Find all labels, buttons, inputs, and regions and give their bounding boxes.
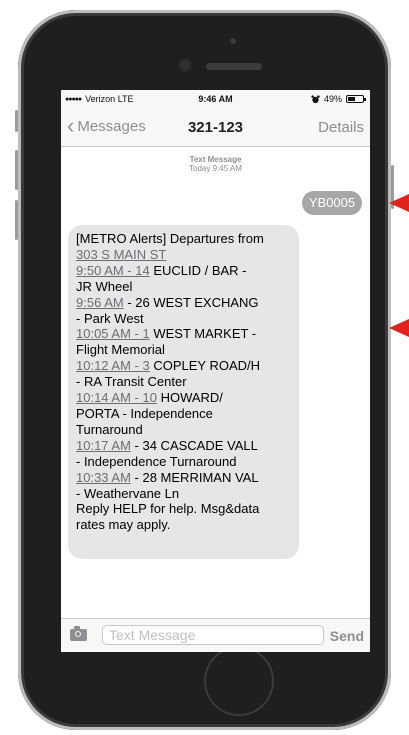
mute-switch — [15, 110, 18, 132]
navigation-bar: ‹ Messages 321-123 Details — [61, 108, 370, 147]
message-footer-line1: Reply HELP for help. Msg&data — [76, 501, 260, 517]
received-message-bubble[interactable]: [METRO Alerts] Departures from 303 S MAI… — [68, 225, 299, 559]
status-right: 49% — [311, 94, 366, 104]
camera-icon[interactable] — [70, 626, 87, 641]
details-button[interactable]: Details — [318, 119, 364, 136]
message-input[interactable]: Text Message — [102, 625, 324, 645]
departure-time-link[interactable]: 9:56 AM — [76, 295, 124, 310]
departure-line: 9:50 AM - 14 EUCLID / BAR - — [76, 263, 298, 279]
status-bar: ●●●●● Verizon LTE 9:46 AM 49% — [61, 90, 370, 108]
annotation-arrow-received — [389, 319, 409, 337]
compose-bar: Text Message Send — [61, 618, 370, 652]
message-intro: [METRO Alerts] Departures from — [76, 231, 264, 246]
departure-line: 10:33 AM - 28 MERRIMAN VAL — [76, 470, 298, 486]
sent-message-bubble[interactable]: YB0005 — [302, 191, 362, 215]
message-footer-line2: rates may apply. — [76, 517, 171, 533]
proximity-sensor — [230, 38, 236, 44]
departure-line: 9:56 AM - 26 WEST EXCHANG — [76, 295, 298, 311]
departure-destination: JR Wheel — [76, 278, 133, 294]
departure-route: COPLEY ROAD/H — [149, 358, 261, 374]
departure-line: 10:05 AM - 1 WEST MARKET - — [76, 326, 298, 342]
departure-time-link[interactable]: 9:50 AM - 14 — [76, 263, 150, 278]
screen: ●●●●● Verizon LTE 9:46 AM 49% ‹ Messages… — [61, 90, 370, 652]
stop-address-link[interactable]: 303 S MAIN ST — [76, 247, 166, 262]
home-button[interactable] — [204, 646, 274, 716]
departure-route: - 26 WEST EXCHANG — [123, 294, 259, 310]
departure-destination: - RA Transit Center — [76, 374, 187, 390]
earpiece-speaker — [206, 63, 262, 70]
departure-line: 10:14 AM - 10 HOWARD/ — [76, 390, 298, 406]
received-message-text: [METRO Alerts] Departures from 303 S MAI… — [76, 231, 298, 533]
departure-route: EUCLID / BAR - — [149, 262, 247, 278]
send-button[interactable]: Send — [330, 628, 364, 644]
departure-line: 10:17 AM - 34 CASCADE VALL — [76, 438, 298, 454]
message-list[interactable]: Text Message Today 9:45 AM YB0005 [METRO… — [61, 147, 370, 619]
departure-time-link[interactable]: 10:14 AM - 10 — [76, 390, 157, 405]
message-timestamp: Text Message Today 9:45 AM — [61, 155, 370, 173]
battery-level — [348, 97, 355, 101]
alarm-clock-icon — [311, 94, 320, 103]
departure-destination: - Weathervane Ln — [76, 485, 180, 501]
departure-time-link[interactable]: 10:12 AM - 3 — [76, 358, 150, 373]
departure-destination: - Independence Turnaround — [76, 453, 237, 469]
departure-route: - 34 CASCADE VALL — [130, 437, 258, 453]
departure-destination: Flight Memorial — [76, 342, 165, 358]
volume-up-button — [15, 150, 18, 190]
timestamp-label: Text Message — [189, 155, 242, 164]
annotation-arrow-sent — [389, 194, 409, 212]
departure-route: WEST MARKET - — [149, 326, 257, 342]
departure-line: 10:12 AM - 3 COPLEY ROAD/H — [76, 358, 298, 374]
departure-destination: PORTA - Independence — [76, 405, 213, 421]
front-camera — [178, 58, 192, 72]
battery-percent: 49% — [323, 94, 342, 104]
departure-route: HOWARD/ — [156, 390, 223, 406]
departure-time-link[interactable]: 10:33 AM — [76, 470, 131, 485]
volume-down-button — [15, 200, 18, 240]
battery-icon — [346, 95, 366, 103]
departure-route: - 28 MERRIMAN VAL — [130, 469, 259, 485]
departure-destination-cont: Turnaround — [76, 421, 143, 437]
timestamp-value: Today 9:45 AM — [189, 164, 242, 173]
departure-time-link[interactable]: 10:05 AM - 1 — [76, 326, 150, 341]
departure-time-link[interactable]: 10:17 AM — [76, 438, 131, 453]
departure-destination: - Park West — [76, 310, 144, 326]
